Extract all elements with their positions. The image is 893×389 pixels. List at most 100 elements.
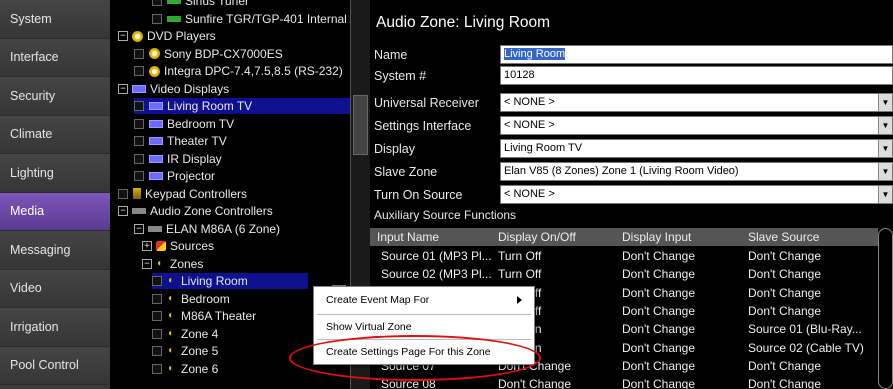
- tree-item[interactable]: Keypad Controllers: [118, 186, 247, 202]
- chevron-down-icon[interactable]: ▼: [878, 140, 892, 157]
- collapse-icon[interactable]: −: [118, 206, 128, 216]
- nav-item-messaging[interactable]: Messaging: [0, 231, 110, 270]
- tree-item[interactable]: − Audio Zone Controllers: [118, 203, 273, 219]
- tree-checkbox[interactable]: [134, 48, 144, 59]
- tree-item[interactable]: − ELAN M86A (6 Zone): [134, 221, 280, 237]
- collapse-icon[interactable]: −: [118, 31, 128, 41]
- tree-item-label: DVD Players: [147, 29, 216, 43]
- field-label: System #: [374, 69, 427, 83]
- field-value: Living Room: [504, 48, 566, 60]
- nav-item-lighting[interactable]: Lighting: [0, 154, 110, 193]
- field-value: < NONE >: [504, 188, 555, 200]
- table-cell: Don't Change: [748, 249, 822, 263]
- chevron-down-icon[interactable]: ▼: [878, 117, 892, 134]
- text-field[interactable]: 10128: [500, 66, 893, 85]
- tree-item[interactable]: − ◖ Zones: [142, 256, 203, 272]
- tree-item[interactable]: ◖ Zone 5: [152, 343, 218, 359]
- nav-item-security[interactable]: Security: [0, 77, 110, 116]
- disc-icon: [149, 65, 160, 77]
- tree-checkbox[interactable]: [134, 153, 144, 164]
- select-field[interactable]: < NONE > ▼: [500, 116, 893, 135]
- tree-item[interactable]: Bedroom TV: [134, 116, 234, 132]
- select-field[interactable]: Elan V85 (8 Zones) Zone 1 (Living Room V…: [500, 162, 893, 181]
- menu-separator: [317, 339, 531, 340]
- nav-item-climate[interactable]: Climate: [0, 115, 110, 154]
- table-cell: Turn Off: [498, 249, 542, 263]
- nav-item-system[interactable]: System: [0, 0, 110, 39]
- column-header[interactable]: Slave Source: [748, 230, 819, 244]
- select-field[interactable]: < NONE > ▼: [500, 185, 893, 204]
- tree-item[interactable]: ◖ M86A Theater: [152, 308, 256, 324]
- tree-item[interactable]: ◖ Living Room: [152, 273, 308, 289]
- tv-icon: [149, 119, 163, 128]
- field-label: Name: [374, 48, 408, 62]
- menu-item-label: Create Event Map For: [326, 294, 430, 306]
- tree-checkbox[interactable]: [118, 188, 128, 199]
- tree-checkbox[interactable]: [134, 171, 144, 181]
- tree-item[interactable]: ◖ Bedroom: [152, 291, 230, 307]
- tree-checkbox[interactable]: [152, 276, 162, 286]
- collapse-icon[interactable]: −: [142, 258, 152, 269]
- tree-item-label: Video Displays: [150, 81, 230, 96]
- tree-item[interactable]: Sirius Tuner: [152, 0, 249, 9]
- tree-item[interactable]: Theater TV: [134, 133, 227, 149]
- tree-checkbox[interactable]: [134, 136, 144, 146]
- collapse-icon[interactable]: −: [118, 83, 128, 94]
- table-row[interactable]: Source 08 Don't Change Don't Change Don't C…: [370, 375, 878, 389]
- table-cell: Don't Change: [622, 267, 696, 282]
- collapse-icon[interactable]: −: [134, 223, 144, 234]
- tree-checkbox[interactable]: [134, 66, 144, 76]
- tree-item-label: Bedroom: [181, 291, 230, 306]
- nav-item-irrigation[interactable]: Irrigation: [0, 308, 110, 347]
- tree-item[interactable]: + Sources: [142, 238, 214, 254]
- nav-item-video[interactable]: Video: [0, 269, 110, 308]
- tree-checkbox[interactable]: [152, 346, 162, 356]
- tree-checkbox[interactable]: [152, 0, 162, 6]
- tree-item[interactable]: Projector: [134, 168, 215, 184]
- table-row[interactable]: Source 02 (MP3 Pl... Turn Off Don't Change…: [370, 265, 878, 283]
- scrollbar-thumb[interactable]: [353, 95, 368, 155]
- tree-checkbox[interactable]: [134, 101, 144, 111]
- disc-icon: [149, 48, 160, 59]
- nav-item-pool-control[interactable]: Pool Control: [0, 346, 110, 385]
- nav-item-media[interactable]: Media: [0, 192, 110, 231]
- tree-checkbox[interactable]: [152, 363, 162, 374]
- chevron-down-icon[interactable]: ▼: [878, 94, 892, 111]
- chevron-down-icon[interactable]: ▼: [878, 186, 892, 203]
- tree-item[interactable]: Sunfire TGR/TGP-401 Internal AM: [152, 11, 350, 27]
- chevron-down-icon[interactable]: ▼: [878, 163, 892, 180]
- column-header[interactable]: Display On/Off: [498, 230, 576, 244]
- tree-item[interactable]: Living Room TV: [134, 98, 350, 114]
- field-label: Display: [374, 142, 415, 156]
- column-header[interactable]: Display Input: [622, 230, 691, 244]
- menu-item-create-event-map[interactable]: Create Event Map For: [314, 290, 534, 310]
- column-header[interactable]: Input Name: [377, 230, 439, 244]
- tree-checkbox[interactable]: [152, 13, 162, 24]
- tree-item-label: Zone 4: [181, 326, 219, 341]
- tree-checkbox[interactable]: [152, 328, 162, 339]
- tree-item[interactable]: Integra DPC-7.4,7.5,8.5 (RS-232): [134, 63, 343, 79]
- tree-item[interactable]: − Video Displays: [118, 81, 229, 97]
- tree-item[interactable]: − DVD Players: [118, 28, 216, 44]
- tree-item[interactable]: ◖ Zone 4: [152, 326, 218, 342]
- tree-checkbox[interactable]: [152, 293, 162, 304]
- tree-item[interactable]: ◖ Zone 6: [152, 361, 218, 377]
- field-value: < NONE >: [504, 119, 555, 131]
- tree-item-label: Zone 6: [181, 361, 219, 376]
- menu-item-create-settings-page[interactable]: Create Settings Page For this Zone: [314, 342, 534, 362]
- tree-checkbox[interactable]: [134, 118, 144, 129]
- select-field[interactable]: < NONE > ▼: [500, 93, 893, 112]
- tree-item[interactable]: IR Display: [134, 151, 222, 167]
- text-field[interactable]: Living Room: [500, 45, 893, 64]
- tv-icon: [149, 102, 163, 110]
- nav-item-interface[interactable]: Interface: [0, 38, 110, 77]
- speaker-icon: ◖: [167, 362, 174, 374]
- tree-item[interactable]: Sony BDP-CX7000ES: [134, 46, 283, 62]
- menu-item-show-virtual-zone[interactable]: Show Virtual Zone: [314, 317, 534, 337]
- tree-checkbox[interactable]: [152, 311, 162, 321]
- expand-icon[interactable]: +: [142, 241, 152, 251]
- tree-item-label: Integra DPC-7.4,7.5,8.5 (RS-232): [164, 64, 343, 78]
- speaker-icon: ◖: [167, 327, 174, 339]
- select-field[interactable]: Living Room TV ▼: [500, 139, 893, 158]
- table-row[interactable]: Source 01 (MP3 Pl... Turn Off Don't Change…: [370, 247, 878, 265]
